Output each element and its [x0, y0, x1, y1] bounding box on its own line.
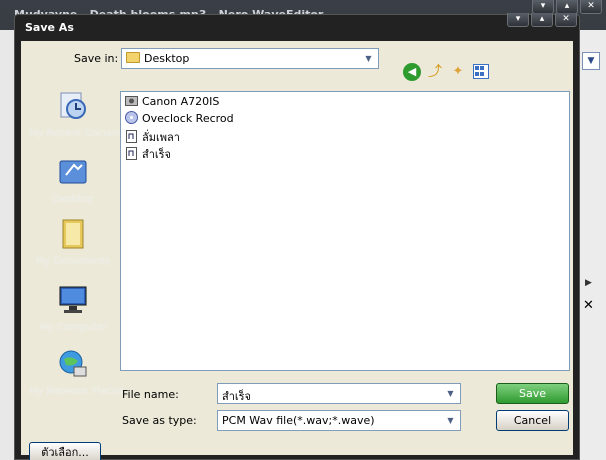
list-item[interactable]: ลั่มเพลา [125, 128, 180, 144]
disc-icon [125, 111, 138, 124]
list-item[interactable]: Oveclock Recrod [125, 111, 234, 127]
place-my-computer[interactable]: My Computer [29, 283, 117, 333]
place-recent-documents[interactable]: My Recent Documents [29, 89, 142, 139]
network-places-icon [59, 350, 87, 377]
chevron-down-icon[interactable]: ▼ [442, 412, 459, 429]
file-name-3: สำเร็จ [142, 148, 172, 161]
save-type-label: Save as type: [122, 414, 197, 427]
file-name-2: ลั่มเพลา [142, 131, 180, 144]
audio-file-icon [126, 130, 137, 143]
file-name-1: Oveclock Recrod [142, 112, 234, 125]
dialog-body: Save in: Desktop ▼ ◀ ⤴ ✦ My Recent Docum… [21, 41, 573, 460]
camera-icon [125, 96, 138, 106]
recent-documents-icon [60, 92, 86, 119]
save-in-value: Desktop [144, 52, 190, 65]
view-menu-icon[interactable] [473, 64, 489, 79]
save-as-dialog: Save As ▾ ▴ ✕ Save in: Desktop ▼ ◀ ⤴ ✦ M… [14, 13, 580, 460]
background-maximize-button[interactable]: ▴ [556, 0, 578, 14]
audio-file-icon [126, 147, 137, 160]
file-name-label: File name: [122, 388, 179, 401]
save-type-select[interactable]: PCM Wav file(*.wav;*.wave) ▼ [217, 410, 461, 431]
up-folder-icon[interactable]: ⤴ [426, 63, 444, 81]
cancel-button[interactable]: Cancel [496, 410, 569, 431]
save-type-value: PCM Wav file(*.wav;*.wave) [222, 414, 375, 427]
file-list[interactable]: Canon A720IS Oveclock Recrod ลั่มเพลา สำ… [120, 91, 570, 371]
options-button[interactable]: ตัวเลือก... [29, 442, 101, 460]
background-left-panel [0, 30, 14, 460]
place-label-network: My Network Places [29, 386, 124, 397]
places-bar: My Recent Documents Desktop My Documents [29, 89, 142, 403]
my-documents-icon [62, 219, 84, 249]
new-folder-icon[interactable]: ✦ [449, 63, 467, 81]
folder-icon [126, 52, 140, 63]
file-name-0: Canon A720IS [142, 95, 220, 108]
dialog-maximize-button[interactable]: ▴ [531, 13, 553, 27]
dialog-caption-buttons: ▾ ▴ ✕ [507, 13, 577, 27]
desktop-icon [59, 160, 87, 184]
background-scroll-arrow-icon[interactable]: ▶ [585, 278, 592, 288]
save-in-combo[interactable]: Desktop ▼ [121, 48, 379, 69]
dialog-close-button[interactable]: ✕ [555, 13, 577, 27]
save-button[interactable]: Save [496, 383, 569, 404]
list-item[interactable]: Canon A720IS [125, 94, 219, 110]
file-name-value: สำเร็จ [222, 390, 252, 403]
place-my-documents[interactable]: My Documents [29, 217, 117, 267]
background-close-button[interactable]: ✕ [580, 0, 602, 14]
dialog-minimize-button[interactable]: ▾ [507, 13, 529, 27]
place-desktop[interactable]: Desktop [29, 155, 117, 205]
file-name-field[interactable]: สำเร็จ ▼ [217, 383, 461, 404]
background-close-icon[interactable]: ✕ [583, 298, 594, 313]
my-computer-icon [59, 286, 87, 313]
place-label-computer: My Computer [39, 322, 107, 333]
screen: Mudvayne - Death blooms.mp3 - Nero WaveE… [0, 0, 606, 460]
background-right-panel [578, 30, 606, 460]
background-minimize-button[interactable]: ▾ [532, 0, 554, 14]
save-in-label: Save in: [74, 52, 119, 65]
background-dropdown-arrow-icon[interactable]: ▼ [582, 52, 600, 70]
place-label-documents: My Documents [35, 256, 111, 267]
list-item[interactable]: สำเร็จ [125, 145, 171, 161]
chevron-down-icon[interactable]: ▼ [442, 385, 459, 402]
chevron-down-icon[interactable]: ▼ [360, 50, 377, 67]
place-label-recent: My Recent Documents [29, 128, 142, 139]
dialog-title: Save As [25, 21, 74, 34]
back-arrow-icon[interactable]: ◀ [403, 63, 421, 81]
place-network[interactable]: My Network Places [29, 347, 124, 397]
save-in-value-wrap: Desktop [126, 52, 189, 65]
place-label-desktop: Desktop [52, 194, 94, 205]
background-caption-buttons: ▾ ▴ ✕ [532, 0, 602, 14]
